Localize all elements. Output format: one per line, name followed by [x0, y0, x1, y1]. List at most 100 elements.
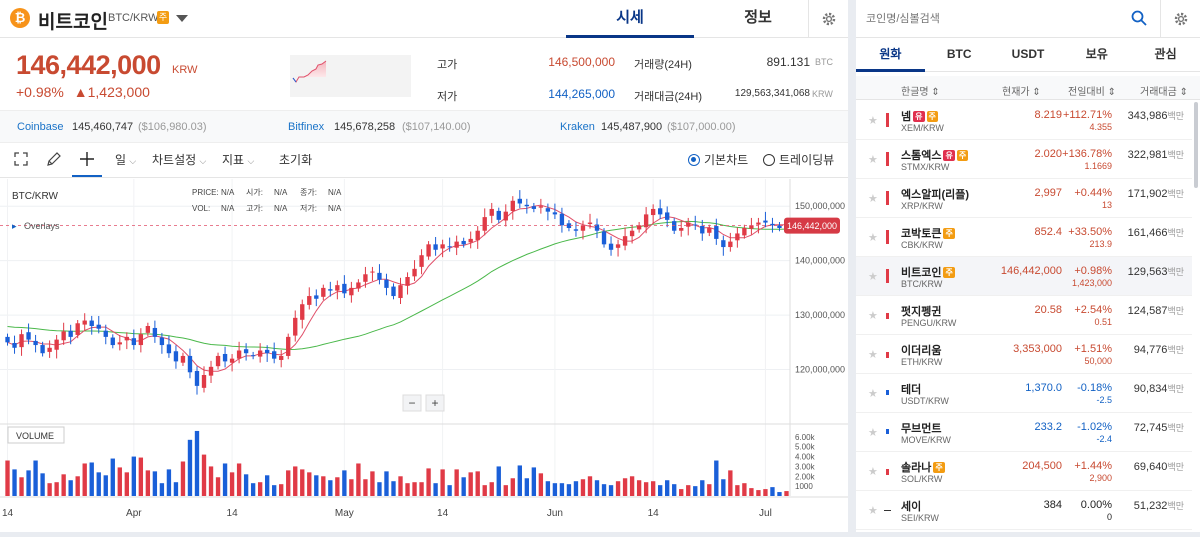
star-icon[interactable]: ★: [868, 465, 878, 478]
list-settings-button[interactable]: [1160, 0, 1200, 38]
candle-body: [222, 353, 228, 362]
star-icon[interactable]: ★: [868, 426, 878, 439]
list-item[interactable]: ★ 비트코인 주 BTC/KRW 146,442,000 +0.98% 1,423…: [856, 257, 1192, 296]
exchange-value: 145,487,900: [601, 121, 663, 133]
volume-bar: [180, 461, 186, 496]
list-item[interactable]: ★ 넴유주 XEM/KRW 8.219 +112.71% 4.355 343,9…: [856, 101, 1192, 140]
basic-chart-label: 기본차트: [704, 153, 749, 167]
interval-select[interactable]: 일 ⌵: [115, 143, 136, 177]
tab-krw[interactable]: 원화: [856, 38, 925, 72]
list-item[interactable]: ★ 무브먼트 MOVE/KRW 233.2 -1.02% -2.4 72,745…: [856, 413, 1192, 452]
star-icon[interactable]: ★: [868, 309, 878, 322]
tab-holdings[interactable]: 보유: [1062, 38, 1131, 72]
volume-bar: [89, 462, 94, 496]
chart-settings-select[interactable]: 차트설정 ⌵: [152, 143, 206, 177]
col-volume[interactable]: 거래대금 ⇕: [1140, 83, 1188, 98]
candle-body: [96, 324, 101, 329]
exchange-name[interactable]: Coinbase: [17, 121, 63, 133]
col-price[interactable]: 현재가 ⇕: [1002, 83, 1041, 98]
coin-change-pct: -0.18%: [1077, 382, 1112, 394]
candle-body: [110, 337, 115, 346]
chart-panel: ₿ 비트코인 BTC/KRW 주 시세 정보 146,442,000 KRW +…: [0, 0, 848, 532]
star-icon[interactable]: ★: [868, 504, 878, 517]
coin-price: 233.2: [1034, 421, 1062, 433]
x-tick-label: 14: [2, 508, 14, 519]
volume-bar: [538, 473, 544, 496]
volume-bar: [461, 477, 466, 496]
chevron-down-icon[interactable]: [176, 15, 188, 22]
volume-bar: [40, 473, 45, 496]
crosshair-button[interactable]: [72, 143, 102, 177]
search-bar: [856, 0, 1200, 38]
tab-favorites[interactable]: 관심: [1131, 38, 1200, 72]
volume-bar: [47, 483, 52, 496]
list-item[interactable]: ★ 펏지펭귄 PENGU/KRW 20.58 +2.54% 0.51 124,5…: [856, 296, 1192, 335]
settings-button[interactable]: [808, 0, 848, 38]
volume-tick-label: 3.00k: [795, 462, 816, 471]
exchange-name[interactable]: Kraken: [560, 121, 595, 133]
coin-name[interactable]: 비트코인: [38, 7, 108, 34]
coin-symbol: BTC/KRW: [901, 279, 943, 289]
tradingview-radio[interactable]: 트레이딩뷰: [763, 143, 834, 177]
legend-text: N/A: [328, 188, 342, 197]
star-icon[interactable]: ★: [868, 348, 878, 361]
exchange-name[interactable]: Bitfinex: [288, 121, 324, 133]
volume-bar: [131, 456, 137, 496]
coin-change-pct: +0.44%: [1074, 187, 1112, 199]
volume-bar: [545, 481, 551, 496]
candle-icon: [886, 390, 889, 395]
draw-button[interactable]: [46, 143, 62, 177]
list-item[interactable]: ★ 테더 USDT/KRW 1,370.0 -0.18% -2.5 90,834…: [856, 374, 1192, 413]
tab-usdt[interactable]: USDT: [994, 38, 1063, 72]
price-chart[interactable]: 150,000,000 140,000,000 130,000,000 120,000…: [0, 179, 848, 532]
volume-bar: [19, 477, 24, 496]
candle-body: [335, 285, 340, 291]
tab-btc[interactable]: BTC: [925, 38, 994, 72]
fullscreen-button[interactable]: [14, 143, 28, 177]
coin-name-text: 테더: [901, 384, 922, 396]
coin-change-abs: 0: [1106, 512, 1112, 522]
list-item[interactable]: ★ 이더리움 ETH/KRW 3,353,000 +1.51% 50,000 9…: [856, 335, 1192, 374]
tab-market-price[interactable]: 시세: [566, 0, 694, 38]
coin-name: 솔라나 주: [901, 459, 945, 475]
candle-body: [735, 233, 740, 241]
candle-body: [229, 358, 235, 363]
low-label: 저가: [437, 91, 458, 103]
coin-name-text: 엑스알피(리플): [901, 189, 970, 201]
last-price-tag-label: 146,442,000: [787, 221, 837, 231]
search-icon[interactable]: [1131, 10, 1147, 26]
volume-value: 891.131: [766, 55, 810, 69]
candle-body: [194, 370, 200, 386]
list-item[interactable]: ★ 세이 SEI/KRW 384 0.00% 0 51,232백만: [856, 491, 1192, 530]
list-item[interactable]: ★ 스톰엑스 유 주 STMX/KRW 2.020 +136.78% 1.1669 …: [856, 140, 1192, 179]
volume-bar: [447, 485, 452, 496]
list-item[interactable]: ★ 코박토큰 주 CBK/KRW 852.4 +33.50% 213.9 161,…: [856, 218, 1192, 257]
volume-bar: [693, 486, 698, 496]
candle-body: [517, 198, 522, 204]
star-icon[interactable]: ★: [868, 387, 878, 400]
reset-button[interactable]: 초기화: [279, 143, 312, 177]
star-icon[interactable]: ★: [868, 231, 878, 244]
candle-body: [601, 231, 607, 245]
star-icon[interactable]: ★: [868, 192, 878, 205]
list-item[interactable]: ★ 솔라나 주 SOL/KRW 204,500 +1.44% 2,900 69,6…: [856, 452, 1192, 491]
star-icon[interactable]: ★: [868, 270, 878, 283]
scrollbar[interactable]: [1194, 102, 1198, 188]
candle-body: [629, 230, 635, 237]
search-input[interactable]: [866, 9, 1116, 29]
tab-info[interactable]: 정보: [694, 0, 822, 38]
basic-chart-radio[interactable]: 기본차트: [688, 143, 748, 177]
coin-list-panel: 원화 BTC USDT 보유 관심 한글명 ⇕ 현재가 ⇕ 전일대비 ⇕ 거래대…: [856, 0, 1200, 532]
candle-body: [159, 337, 165, 346]
indicators-select[interactable]: 지표 ⌵: [222, 143, 254, 177]
col-change[interactable]: 전일대비 ⇕: [1068, 83, 1116, 98]
candle-body: [700, 225, 705, 234]
col-name[interactable]: 한글명 ⇕: [901, 83, 940, 98]
tradingview-label: 트레이딩뷰: [779, 153, 835, 167]
list-item[interactable]: ★ 엑스알피(리플) XRP/KRW 2,997 +0.44% 13 171,9…: [856, 179, 1192, 218]
star-icon[interactable]: ★: [868, 153, 878, 166]
star-icon[interactable]: ★: [868, 114, 878, 127]
coin-change-pct: +2.54%: [1074, 304, 1112, 316]
volume-bar: [777, 492, 782, 496]
volume-bar: [363, 479, 368, 496]
